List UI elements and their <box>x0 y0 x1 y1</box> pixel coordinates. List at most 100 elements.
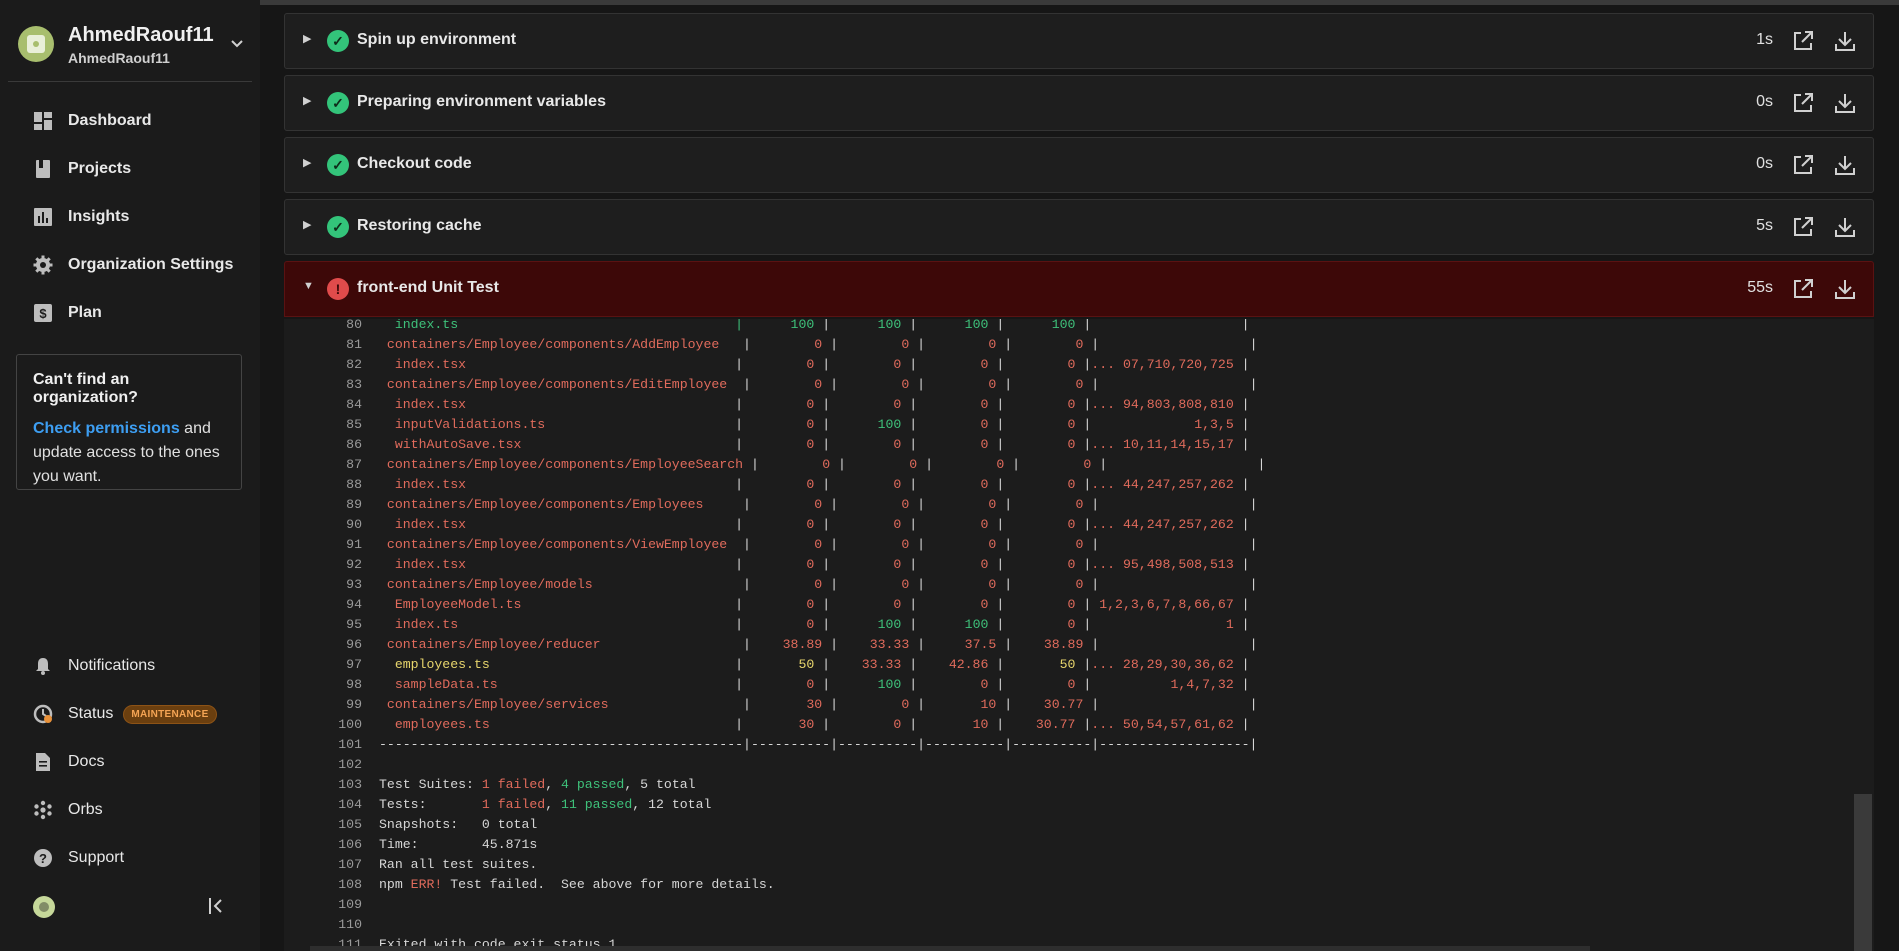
log-segment: , 5 total <box>624 777 696 792</box>
log-segment: | <box>1004 457 1084 472</box>
log-segment: ... 07,710,720,725 <box>1091 357 1234 372</box>
caret-right-icon[interactable]: ▶ <box>303 94 311 107</box>
caret-right-icon[interactable]: ▶ <box>303 32 311 45</box>
sidebar-item-dashboard[interactable]: Dashboard <box>0 99 260 143</box>
log-segment: employees.ts <box>379 657 736 672</box>
sidebar-item-support[interactable]: ? Support <box>0 836 260 880</box>
caret-down-icon[interactable]: ▼ <box>303 280 314 292</box>
log-segment: , 12 total <box>632 797 712 812</box>
horizontal-scrollbar[interactable] <box>310 946 1590 951</box>
log-line-number: 90 <box>346 517 362 532</box>
log-line-number: 83 <box>346 377 362 392</box>
download-icon[interactable] <box>1833 153 1857 177</box>
log-line: 88 index.tsx | 0 | 0 | 0 | 0 |... 44,247… <box>284 475 1844 495</box>
log-segment: | <box>814 557 894 572</box>
log-line: 85 inputValidations.ts | 0 | 100 | 0 | 0… <box>284 415 1844 435</box>
account-subname: AhmedRaouf11 <box>68 50 170 66</box>
log-segment: | <box>735 557 807 572</box>
log-segment: 42.86 <box>948 657 989 672</box>
log-line-text: containers/Employee/components/ViewEmplo… <box>379 535 1258 555</box>
log-line-number: 86 <box>346 437 362 452</box>
step-row[interactable]: ▶ ✓ Preparing environment variables 0s <box>284 75 1874 131</box>
log-segment: index.ts | <box>379 319 791 332</box>
log-segment: | <box>814 477 894 492</box>
step-row[interactable]: ▼! front-end Unit Test 55s <box>284 261 1874 317</box>
log-segment: npm <box>379 877 411 892</box>
log-line: 100 employees.ts | 30 | 0 | 10 | 30.77 |… <box>284 715 1844 735</box>
log-line-number: 109 <box>338 897 362 912</box>
log-segment: | <box>901 717 973 732</box>
log-segment: | <box>1233 517 1250 532</box>
open-external-icon[interactable] <box>1791 29 1815 53</box>
log-segment: 30.77 <box>1043 697 1084 712</box>
download-icon[interactable] <box>1833 91 1857 115</box>
step-row[interactable]: ▶ ✓ Restoring cache 5s <box>284 199 1874 255</box>
log-segment: | <box>1075 657 1092 672</box>
download-icon[interactable] <box>1833 215 1857 239</box>
log-line: 83 containers/Employee/components/EditEm… <box>284 375 1844 395</box>
dollar-icon: $ <box>32 302 54 324</box>
log-segment: | <box>988 397 1068 412</box>
dashboard-icon <box>32 110 54 132</box>
open-external-icon[interactable] <box>1791 153 1815 177</box>
sidebar-item-docs[interactable]: Docs <box>0 740 260 784</box>
log-segment: | <box>814 319 878 332</box>
sidebar-item-projects[interactable]: Projects <box>0 147 260 191</box>
log-segment: | <box>996 337 1076 352</box>
sidebar-item-insights[interactable]: Insights <box>0 195 260 239</box>
download-icon[interactable] <box>1833 29 1857 53</box>
org-avatar-icon[interactable] <box>33 896 55 918</box>
sidebar-item-organization-settings[interactable]: Organization Settings <box>0 243 260 287</box>
log-line: 103 Test Suites: 1 failed, 4 passed, 5 to… <box>284 775 1844 795</box>
log-segment: 30 <box>806 697 823 712</box>
log-segment: 1,2,3,6,7,8,66,67 <box>1099 597 1234 612</box>
chevron-down-icon[interactable] <box>230 36 244 54</box>
sidebar-item-plan[interactable]: $ Plan <box>0 291 260 335</box>
log-segment: | <box>901 437 981 452</box>
step-row[interactable]: ▶ ✓ Spin up environment 1s <box>284 13 1874 69</box>
sidebar-item-orbs[interactable]: Orbs <box>0 788 260 832</box>
log-segment: | <box>743 637 783 652</box>
log-segment: containers/Employee/models <box>379 577 744 592</box>
log-segment: employees.ts <box>379 717 736 732</box>
sidebar-item-notifications[interactable]: Notifications <box>0 644 260 688</box>
log-segment: | <box>1075 517 1092 532</box>
log-line: 102 <box>284 755 1844 775</box>
log-segment: | <box>901 357 981 372</box>
log-segment: ERR! <box>410 877 443 892</box>
open-external-icon[interactable] <box>1791 277 1815 301</box>
sidebar-item-label: Plan <box>68 304 102 321</box>
download-icon[interactable] <box>1833 277 1857 301</box>
log-line: 81 containers/Employee/components/AddEmp… <box>284 335 1844 355</box>
log-segment: ... 44,247,257,262 <box>1091 517 1234 532</box>
collapse-sidebar-icon[interactable] <box>208 896 230 918</box>
open-external-icon[interactable] <box>1791 91 1815 115</box>
log-segment: | <box>822 337 902 352</box>
log-segment: | <box>988 517 1068 532</box>
log-line-number: 94 <box>346 597 362 612</box>
step-row[interactable]: ▶ ✓ Checkout code 0s <box>284 137 1874 193</box>
log-segment: | <box>830 457 910 472</box>
caret-right-icon[interactable]: ▶ <box>303 156 311 169</box>
caret-right-icon[interactable]: ▶ <box>303 218 311 231</box>
log-line-number: 103 <box>338 777 362 792</box>
log-line-text: inputValidations.ts | 0 | 100 | 0 | 0 | … <box>379 415 1250 435</box>
log-segment: | <box>1233 397 1250 412</box>
log-segment: | | <box>1083 697 1258 712</box>
log-scrollbar-thumb[interactable] <box>1854 794 1872 951</box>
log-line-text: sampleData.ts | 0 | 100 | 0 | 0 | 1,4,7,… <box>379 675 1250 695</box>
log-segment: 4 passed <box>561 777 625 792</box>
sidebar-item-status[interactable]: Status MAINTENANCE <box>0 692 260 736</box>
log-segment: 1,3,5 <box>1194 417 1234 432</box>
step-title: Restoring cache <box>357 217 482 234</box>
log-segment: | <box>909 537 989 552</box>
log-segment: 0 <box>909 457 918 472</box>
log-segment: 0 <box>814 497 823 512</box>
step-title: Checkout code <box>357 155 472 172</box>
log-segment: | <box>814 657 862 672</box>
log-scrollbar[interactable] <box>1854 319 1874 951</box>
check-permissions-link[interactable]: Check permissions <box>33 420 180 437</box>
open-external-icon[interactable] <box>1791 215 1815 239</box>
account-switcher[interactable]: AhmedRaouf11 AhmedRaouf11 <box>18 24 252 68</box>
log-segment: | <box>988 677 1068 692</box>
